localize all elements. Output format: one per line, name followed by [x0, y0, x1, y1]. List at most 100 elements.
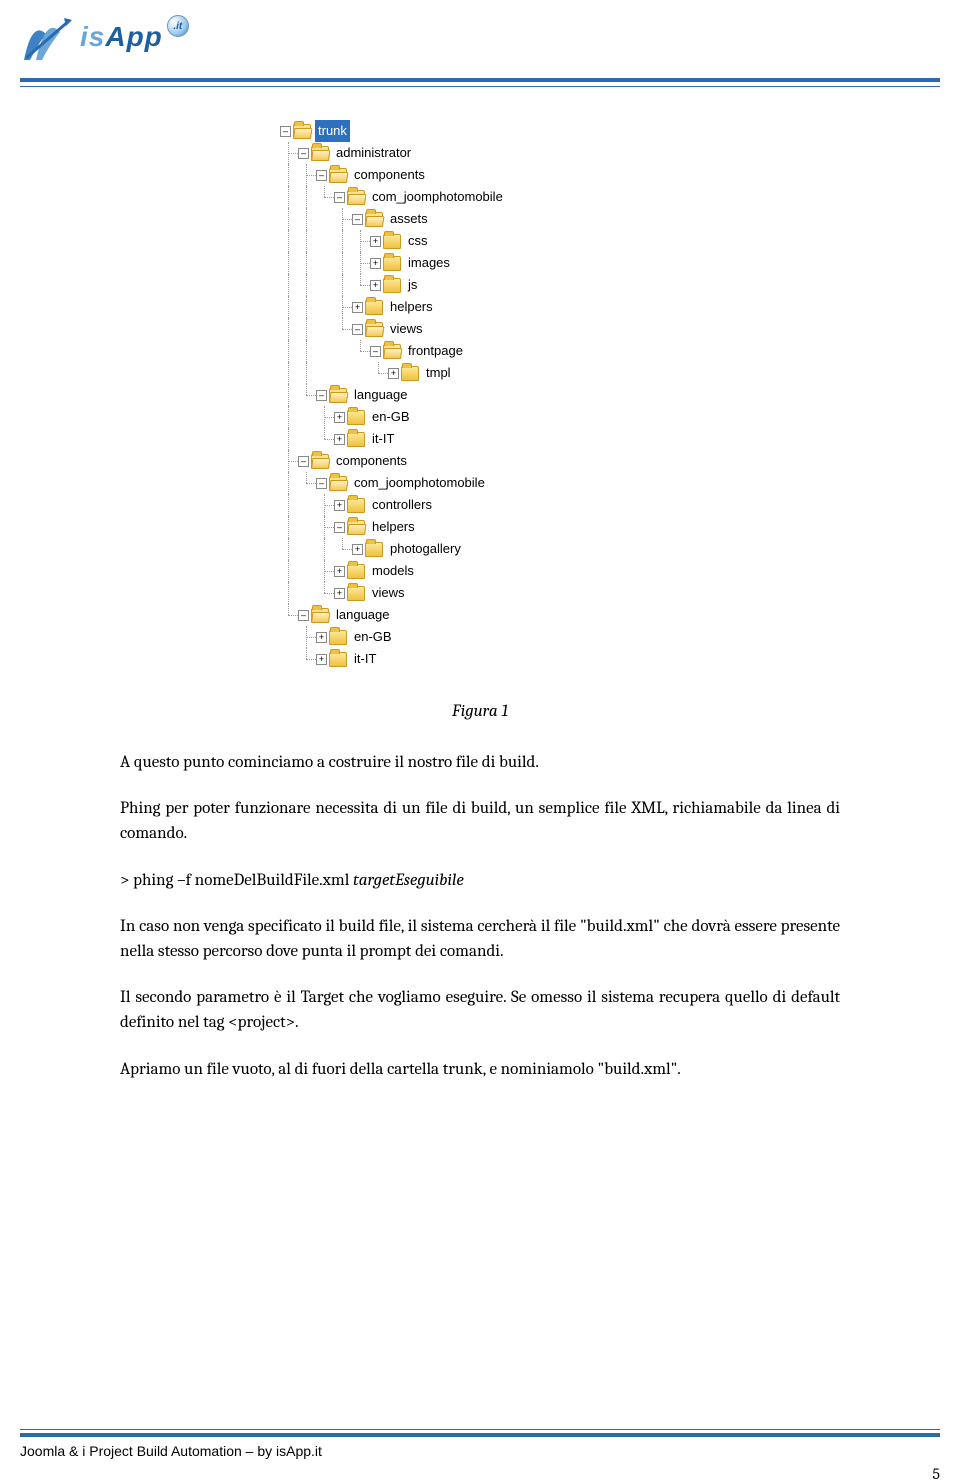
tree-label[interactable]: views — [387, 318, 426, 340]
tree-row[interactable]: + it-IT — [280, 648, 580, 670]
collapse-icon[interactable]: – — [316, 390, 327, 401]
tree-label[interactable]: models — [369, 560, 417, 582]
tree-row[interactable]: – com_joomphotomobile — [280, 186, 580, 208]
tree-label[interactable]: helpers — [369, 516, 418, 538]
tree-connector — [298, 230, 316, 252]
tree-row[interactable]: – components — [280, 164, 580, 186]
command-target: targetEseguibile — [353, 871, 464, 890]
tree-connector — [280, 604, 298, 626]
tree-row[interactable]: – administrator — [280, 142, 580, 164]
expand-icon[interactable]: + — [370, 258, 381, 269]
tree-connector — [298, 516, 316, 538]
collapse-icon[interactable]: – — [370, 346, 381, 357]
command-prefix: > phing –f nomeDelBuildFile.xml — [120, 871, 353, 890]
collapse-icon[interactable]: – — [298, 610, 309, 621]
collapse-icon[interactable]: – — [352, 324, 363, 335]
tree-row[interactable]: – views — [280, 318, 580, 340]
expand-icon[interactable]: + — [316, 632, 327, 643]
tree-row[interactable]: – components — [280, 450, 580, 472]
tree-row[interactable]: + tmpl — [280, 362, 580, 384]
figure-folder-tree: –trunk–administrator–components–com_joom… — [280, 120, 580, 670]
expand-icon[interactable]: + — [352, 302, 363, 313]
tree-row[interactable]: – helpers — [280, 516, 580, 538]
expand-icon[interactable]: + — [334, 412, 345, 423]
tree-row[interactable]: + en-GB — [280, 626, 580, 648]
tree-row[interactable]: + photogallery — [280, 538, 580, 560]
expand-icon[interactable]: + — [334, 434, 345, 445]
tree-row[interactable]: + css — [280, 230, 580, 252]
collapse-icon[interactable]: – — [280, 126, 291, 137]
expand-icon[interactable]: + — [334, 500, 345, 511]
folder-icon — [293, 124, 311, 139]
tree-label[interactable]: controllers — [369, 494, 435, 516]
tree-row[interactable]: – frontpage — [280, 340, 580, 362]
tree-label[interactable]: language — [351, 384, 411, 406]
folder-icon — [311, 454, 329, 469]
collapse-icon[interactable]: – — [298, 456, 309, 467]
tree-label[interactable]: com_joomphotomobile — [351, 472, 488, 494]
collapse-icon[interactable]: – — [316, 478, 327, 489]
tree-label[interactable]: en-GB — [351, 626, 395, 648]
tree-connector — [280, 582, 298, 604]
tree-label[interactable]: en-GB — [369, 406, 413, 428]
tree-connector — [298, 560, 316, 582]
tree-connector — [316, 230, 334, 252]
tree-label[interactable]: views — [369, 582, 408, 604]
expand-icon[interactable]: + — [370, 236, 381, 247]
tree-row[interactable]: + js — [280, 274, 580, 296]
expand-icon[interactable]: + — [388, 368, 399, 379]
tree-label[interactable]: language — [333, 604, 393, 626]
tree-label[interactable]: photogallery — [387, 538, 464, 560]
tree-row[interactable]: + images — [280, 252, 580, 274]
tree-label[interactable]: helpers — [387, 296, 436, 318]
collapse-icon[interactable]: – — [334, 192, 345, 203]
tree-row[interactable]: + views — [280, 582, 580, 604]
tree-row[interactable]: – assets — [280, 208, 580, 230]
tree-connector — [298, 252, 316, 274]
tree-connector — [316, 340, 334, 362]
tree-connector — [352, 362, 370, 384]
tree-label[interactable]: tmpl — [423, 362, 454, 384]
tree-row[interactable]: + en-GB — [280, 406, 580, 428]
expand-icon[interactable]: + — [316, 654, 327, 665]
tree-label[interactable]: frontpage — [405, 340, 466, 362]
tree-label[interactable]: components — [333, 450, 410, 472]
expand-icon[interactable]: + — [334, 566, 345, 577]
tree-label[interactable]: administrator — [333, 142, 414, 164]
tree-row[interactable]: + models — [280, 560, 580, 582]
collapse-icon[interactable]: – — [298, 148, 309, 159]
tree-row[interactable]: – com_joomphotomobile — [280, 472, 580, 494]
tree-connector — [298, 626, 316, 648]
tree-row[interactable]: – language — [280, 384, 580, 406]
tree-connector — [334, 230, 352, 252]
folder-icon — [365, 542, 383, 557]
tree-connector — [298, 494, 316, 516]
tree-connector — [280, 494, 298, 516]
tree-label[interactable]: com_joomphotomobile — [369, 186, 506, 208]
collapse-icon[interactable]: – — [316, 170, 327, 181]
tree-label[interactable]: assets — [387, 208, 431, 230]
tree-row[interactable]: – trunk — [280, 120, 580, 142]
tree-row[interactable]: + controllers — [280, 494, 580, 516]
expand-icon[interactable]: + — [334, 588, 345, 599]
page-number: 5 — [932, 1465, 940, 1483]
collapse-icon[interactable]: – — [334, 522, 345, 533]
expand-icon[interactable]: + — [352, 544, 363, 555]
tree-label[interactable]: js — [405, 274, 420, 296]
tree-connector — [352, 230, 370, 252]
tree-row[interactable]: + it-IT — [280, 428, 580, 450]
tree-row[interactable]: + helpers — [280, 296, 580, 318]
tree-label[interactable]: components — [351, 164, 428, 186]
body-text: Figura 1 A questo punto cominciamo a cos… — [120, 700, 840, 1104]
tree-label[interactable]: images — [405, 252, 453, 274]
tree-connector — [298, 186, 316, 208]
tree-connector — [316, 186, 334, 208]
tree-label[interactable]: it-IT — [369, 428, 397, 450]
tree-label[interactable]: css — [405, 230, 431, 252]
collapse-icon[interactable]: – — [352, 214, 363, 225]
tree-label[interactable]: trunk — [315, 120, 350, 142]
tree-row[interactable]: – language — [280, 604, 580, 626]
command-line: > phing –f nomeDelBuildFile.xml targetEs… — [120, 869, 840, 894]
tree-label[interactable]: it-IT — [351, 648, 379, 670]
expand-icon[interactable]: + — [370, 280, 381, 291]
